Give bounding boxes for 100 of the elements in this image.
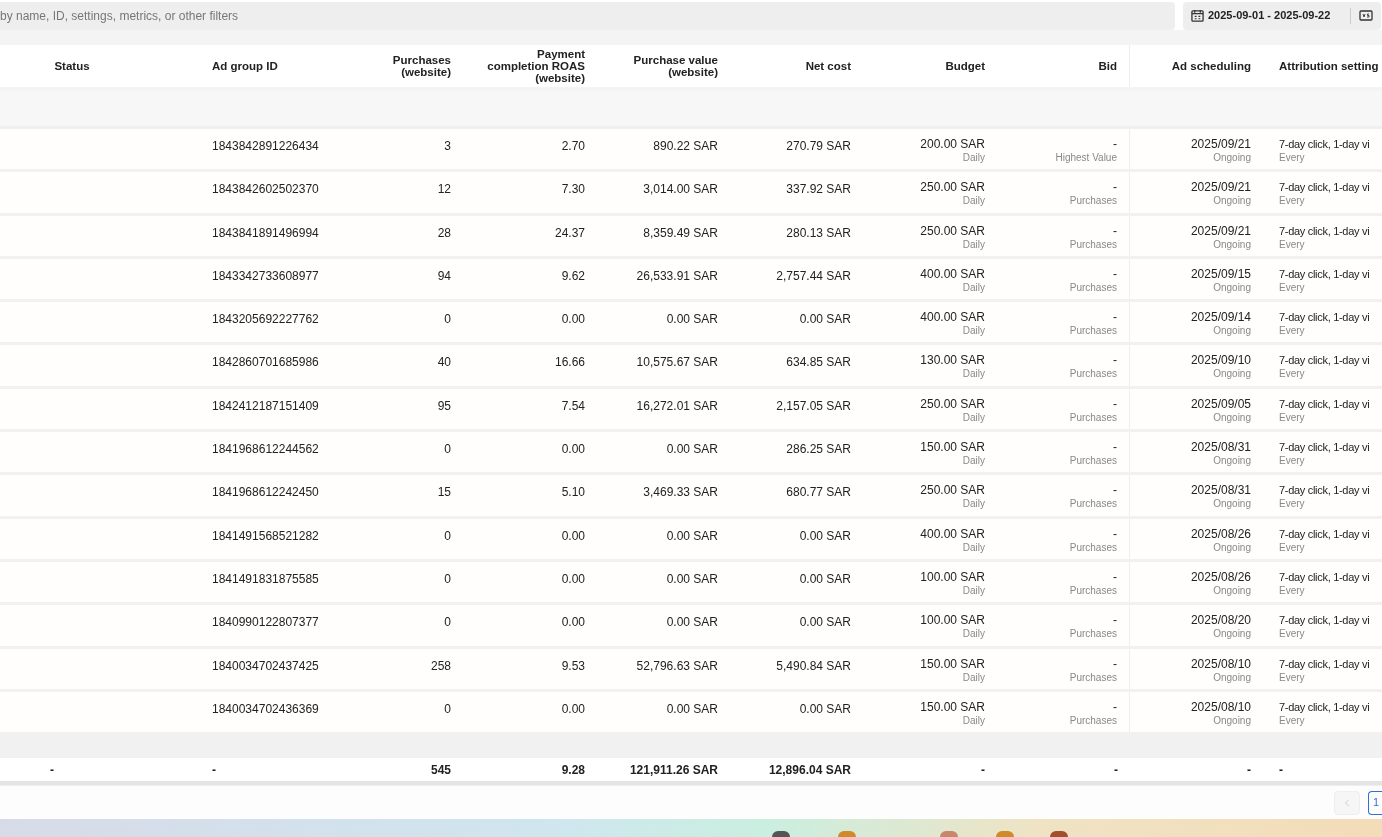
column-header[interactable]: Ad scheduling <box>1171 60 1251 72</box>
ad-group-id: 1841491568521282 <box>212 527 319 545</box>
table-cell: 200.00 SAR <box>920 137 985 151</box>
budget-type: Daily <box>962 583 985 597</box>
table-cell: 7-day click, 1-day vi <box>1279 699 1370 714</box>
table-cell: 130.00 SAR <box>920 353 985 368</box>
table-cell: 2025/09/21 <box>1190 180 1251 195</box>
table-cell: 150.00 SAR <box>920 699 985 714</box>
table-cell: - <box>1113 353 1117 368</box>
table-cell: 2025/08/31 <box>1190 440 1251 455</box>
ad-group-id: 1842412187151409 <box>212 397 319 415</box>
table-cell: 400.00 SAR <box>920 526 985 541</box>
table-row[interactable]: 1843842602502370 12 7.30 3,014.00 SAR 337.92 SAR 250.00 SAR Daily - Purchases 2025/09/21 Ongoing 7-day click, 1-day vi Every <box>0 172 1382 216</box>
table-cell: 2025/09/10 <box>1190 353 1251 368</box>
table-row[interactable]: 1840034702437425 258 9.53 52,796.63 SAR 5,490.84 SAR 150.00 SAR Daily - Purchases 2025/08/10 Ongoing 7-day click, 1-day vi Every <box>0 648 1382 692</box>
table-cell-text: 337.92 SAR <box>786 181 851 199</box>
table-row[interactable]: 1843841891496994 28 24.37 8,359.49 SAR 280.13 SAR 250.00 SAR Daily - Purchases 2025/09/21 Ongoing 7-day click, 1-day vi Every <box>0 215 1382 259</box>
budget-type: Daily <box>962 151 985 164</box>
schedule-state: Ongoing <box>1213 583 1251 598</box>
attribution-window: Every <box>1279 410 1305 424</box>
schedule-state: Ongoing <box>1213 497 1251 512</box>
table-cell-text: 0.00 <box>561 311 585 329</box>
table-cell-text: 0.00 SAR <box>799 311 851 329</box>
table-cell-text: 280.13 SAR <box>786 224 851 242</box>
table-cell: 2025/09/21 <box>1190 137 1251 151</box>
table-cell: 2025/08/31 <box>1190 483 1251 498</box>
attribution-window: Every <box>1279 454 1305 468</box>
column-header[interactable]: Payment completion ROAS (website) <box>480 48 585 84</box>
schedule-state: Ongoing <box>1213 280 1251 295</box>
column-header[interactable]: Purchases (website) <box>370 54 451 78</box>
ad-group-id: 1843842602502370 <box>212 181 319 199</box>
table-cell-text: 0.00 <box>561 441 585 459</box>
table-cell-text: 15 <box>437 484 451 502</box>
column-header[interactable]: Ad group ID <box>212 60 278 72</box>
table-row[interactable]: 1841968612242450 15 5.10 3,469.33 SAR 680.77 SAR 250.00 SAR Daily - Purchases 2025/08/31 Ongoing 7-day click, 1-day vi Every <box>0 475 1382 519</box>
column-header[interactable]: Attribution setting <box>1279 60 1379 72</box>
calendar-icon <box>1191 9 1204 22</box>
table-cell: 7-day click, 1-day vi <box>1279 353 1370 368</box>
table-row[interactable]: 1842860701685986 40 16.66 10,575.67 SAR 634.85 SAR 130.00 SAR Daily - Purchases 2025/09/10 Ongoing 7-day click, 1-day vi Every <box>0 345 1382 389</box>
column-header[interactable]: Purchase value (website) <box>613 54 718 78</box>
table-cell-text: 7.54 <box>561 397 585 415</box>
attribution-window: Every <box>1279 151 1305 164</box>
schedule-state: Ongoing <box>1213 237 1251 252</box>
column-header[interactable]: Net cost <box>805 60 851 72</box>
table-row[interactable]: 1841491568521282 0 0.00 0.00 SAR 0.00 SAR 400.00 SAR Daily - Purchases 2025/08/26 Ongoing 7-day click, 1-day vi Every <box>0 518 1382 562</box>
table-cell-text: 0.00 SAR <box>666 527 718 545</box>
search-field[interactable]: by name, ID, settings, metrics, or other filters <box>0 1 1175 30</box>
table-cell: 7-day click, 1-day vi <box>1279 310 1370 325</box>
table-cell: 2025/09/05 <box>1190 396 1251 411</box>
bid-strategy: Purchases <box>1069 497 1117 511</box>
table-cell-text: 26,533.91 SAR <box>636 267 718 285</box>
attribution-window: Every <box>1279 713 1305 727</box>
table-cell: 100.00 SAR <box>920 569 985 584</box>
ad-group-id: 1843342733608977 <box>212 267 319 285</box>
table-cell-text: 270.79 SAR <box>786 138 851 155</box>
table-cell-text: 0.00 <box>561 570 585 588</box>
table-cell-text: 2,157.05 SAR <box>776 397 851 415</box>
table-cell: 2025/09/14 <box>1190 310 1251 325</box>
table-cell-text: 0.00 SAR <box>799 570 851 588</box>
table-cell: - <box>1113 699 1117 714</box>
ad-group-id: 1843842891226434 <box>212 138 319 155</box>
table-cell: 2025/09/15 <box>1190 266 1251 281</box>
table-cell-text: 9.53 <box>561 657 585 675</box>
column-header[interactable]: Status <box>54 60 90 72</box>
table-cell-text: 16.66 <box>554 354 585 372</box>
date-range-button[interactable]: 2025-09-01 - 2025-09-22 <box>1183 1 1381 30</box>
table-cell-text: 680.77 SAR <box>786 484 851 502</box>
table-cell-text: 3,014.00 SAR <box>643 181 718 199</box>
table-cell: - <box>1113 526 1117 541</box>
table-cell-text: 0.00 SAR <box>666 700 718 718</box>
column-header[interactable]: Bid <box>1098 60 1117 72</box>
table-cell-text: 0.00 SAR <box>666 570 718 588</box>
column-header[interactable]: Budget <box>945 60 985 72</box>
bid-strategy: Purchases <box>1069 540 1117 554</box>
table-cell: 2025/08/26 <box>1190 526 1251 541</box>
table-cell-text: 0.00 <box>561 700 585 718</box>
bid-strategy: Purchases <box>1069 454 1117 468</box>
budget-type: Daily <box>962 194 985 208</box>
table-cell: 7-day click, 1-day vi <box>1279 180 1370 195</box>
table-cell-text: 8,359.49 SAR <box>643 224 718 242</box>
attribution-window: Every <box>1279 583 1305 597</box>
table-cell-text: 634.85 SAR <box>786 354 851 372</box>
table-cell-text: 5,490.84 SAR <box>776 657 851 675</box>
table-cell-text: 10,575.67 SAR <box>636 354 718 372</box>
table-cell-text: 3 <box>444 138 451 155</box>
table-row[interactable]: 1840990122807377 0 0.00 0.00 SAR 0.00 SAR 100.00 SAR Daily - Purchases 2025/08/20 Ongoing 7-day click, 1-day vi Every <box>0 605 1382 649</box>
total-cell-text: 121,911.26 SAR <box>629 761 718 779</box>
budget-type: Daily <box>962 670 985 684</box>
ad-group-id: 1841968612244562 <box>212 441 319 459</box>
table-cell-text: 890.22 SAR <box>653 138 718 155</box>
table-cell: 7-day click, 1-day vi <box>1279 483 1370 498</box>
ad-group-id: 1842860701685986 <box>212 354 319 372</box>
table-cell-text: 5.10 <box>561 484 585 502</box>
compare-icon[interactable] <box>1359 10 1373 21</box>
table-cell-text: 0.00 <box>561 527 585 545</box>
bid-strategy: Purchases <box>1069 627 1117 641</box>
page-button[interactable]: 1 <box>1368 790 1382 815</box>
table-cell-text: 0 <box>444 527 451 545</box>
table-cell: 400.00 SAR <box>920 310 985 325</box>
table-cell-text: 28 <box>437 224 451 242</box>
